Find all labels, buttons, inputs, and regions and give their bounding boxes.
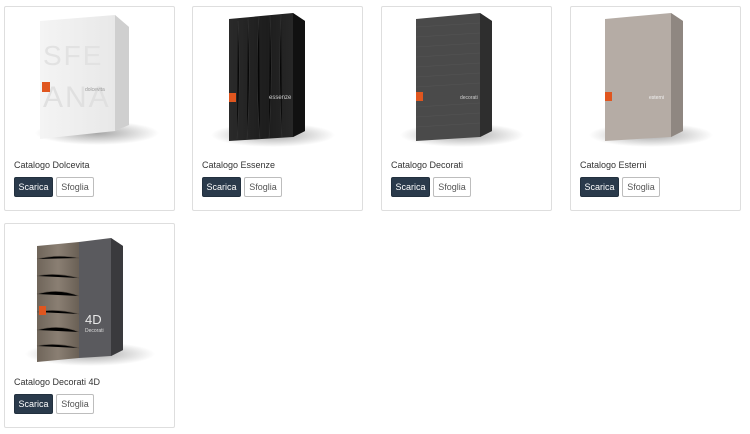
catalog-title: Catalogo Decorati 4D bbox=[14, 377, 101, 387]
catalog-card-decorati: decorati Catalogo Decorati Scarica Sfogl… bbox=[381, 6, 552, 211]
download-button[interactable]: Scarica bbox=[14, 177, 53, 197]
catalog-title: Catalogo Esterni bbox=[580, 160, 647, 170]
svg-text:Decorati: Decorati bbox=[85, 328, 104, 334]
svg-text:esterni: esterni bbox=[649, 95, 664, 101]
catalog-cover-decorati-4d[interactable]: 4D Decorati bbox=[5, 224, 174, 374]
catalog-cover-decorati-4d-image: 4D Decorati bbox=[25, 238, 155, 366]
download-button[interactable]: Scarica bbox=[580, 177, 619, 197]
brand-logo-icon bbox=[229, 93, 236, 102]
brand-logo-icon bbox=[605, 92, 612, 101]
svg-text:4D: 4D bbox=[85, 312, 102, 327]
catalog-card-essenze: essenze Catalogo Essenze Scarica Sfoglia bbox=[192, 6, 363, 211]
catalog-title: Catalogo Dolcevita bbox=[14, 160, 90, 170]
catalog-card-decorati-4d: 4D Decorati Catalogo Decorati 4D Scarica… bbox=[4, 223, 175, 428]
catalog-cover-decorati[interactable]: decorati bbox=[382, 7, 551, 157]
download-button[interactable]: Scarica bbox=[202, 177, 241, 197]
svg-text:decorati: decorati bbox=[460, 95, 478, 101]
catalog-card-esterni: esterni Catalogo Esterni Scarica Sfoglia bbox=[570, 6, 741, 211]
catalog-cover-essenze-image: essenze bbox=[211, 13, 335, 147]
catalog-card-dolcevita: SFE ANA dolcevita Catalogo Dolcevita Sca… bbox=[4, 6, 175, 211]
svg-text:essenze: essenze bbox=[269, 95, 292, 101]
catalog-cover-decorati-image: decorati bbox=[400, 13, 524, 147]
browse-button[interactable]: Sfoglia bbox=[56, 177, 94, 197]
browse-button[interactable]: Sfoglia bbox=[622, 177, 660, 197]
brand-logo-icon bbox=[416, 92, 423, 101]
catalog-cover-essenze[interactable]: essenze bbox=[193, 7, 362, 157]
catalog-cover-dolcevita[interactable]: SFE ANA dolcevita bbox=[5, 7, 174, 157]
browse-button[interactable]: Sfoglia bbox=[433, 177, 471, 197]
download-button[interactable]: Scarica bbox=[391, 177, 430, 197]
browse-button[interactable]: Sfoglia bbox=[56, 394, 94, 414]
brand-logo-icon bbox=[42, 82, 50, 92]
catalog-title: Catalogo Decorati bbox=[391, 160, 464, 170]
svg-text:ANA: ANA bbox=[43, 81, 111, 114]
catalog-title: Catalogo Essenze bbox=[202, 160, 276, 170]
svg-text:dolcevita: dolcevita bbox=[85, 87, 105, 93]
catalog-cover-dolcevita-image: SFE ANA dolcevita bbox=[35, 15, 159, 145]
browse-button[interactable]: Sfoglia bbox=[244, 177, 282, 197]
download-button[interactable]: Scarica bbox=[14, 394, 53, 414]
catalog-cover-esterni[interactable]: esterni bbox=[571, 7, 740, 157]
brand-logo-icon bbox=[39, 306, 46, 315]
svg-text:SFE: SFE bbox=[43, 40, 103, 71]
catalog-cover-esterni-image: esterni bbox=[589, 13, 713, 147]
